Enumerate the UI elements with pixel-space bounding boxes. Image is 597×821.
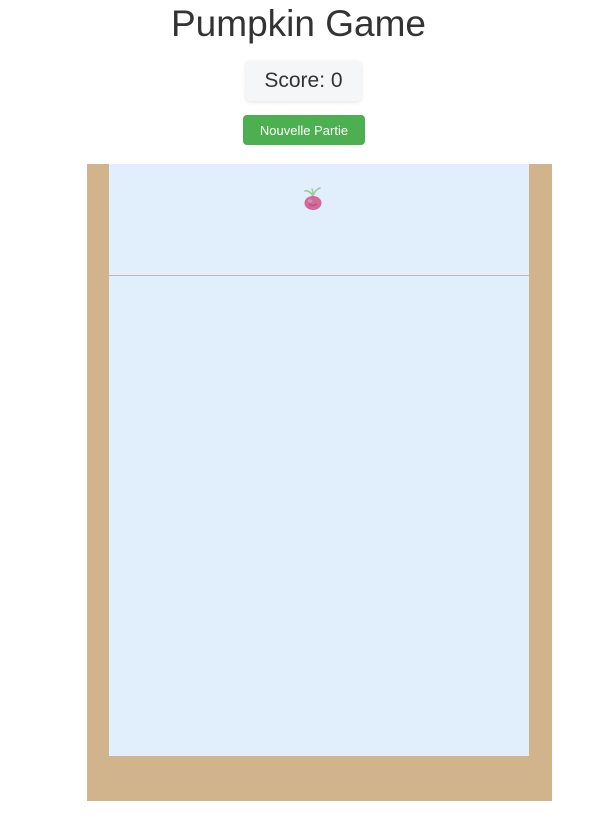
- radish-icon: [301, 186, 325, 212]
- drop-limit-line: [109, 275, 529, 276]
- game-title: Pumpkin Game: [171, 3, 426, 44]
- score-label: Score:: [264, 69, 326, 92]
- score-display: Score: 0: [246, 61, 361, 101]
- game-play-area[interactable]: [109, 164, 529, 756]
- score-value: 0: [330, 69, 343, 92]
- new-game-button[interactable]: Nouvelle Partie: [243, 115, 365, 145]
- game-page: Pumpkin Game Score: 0 Nouvelle Partie: [0, 0, 597, 821]
- game-board-frame: [87, 164, 552, 801]
